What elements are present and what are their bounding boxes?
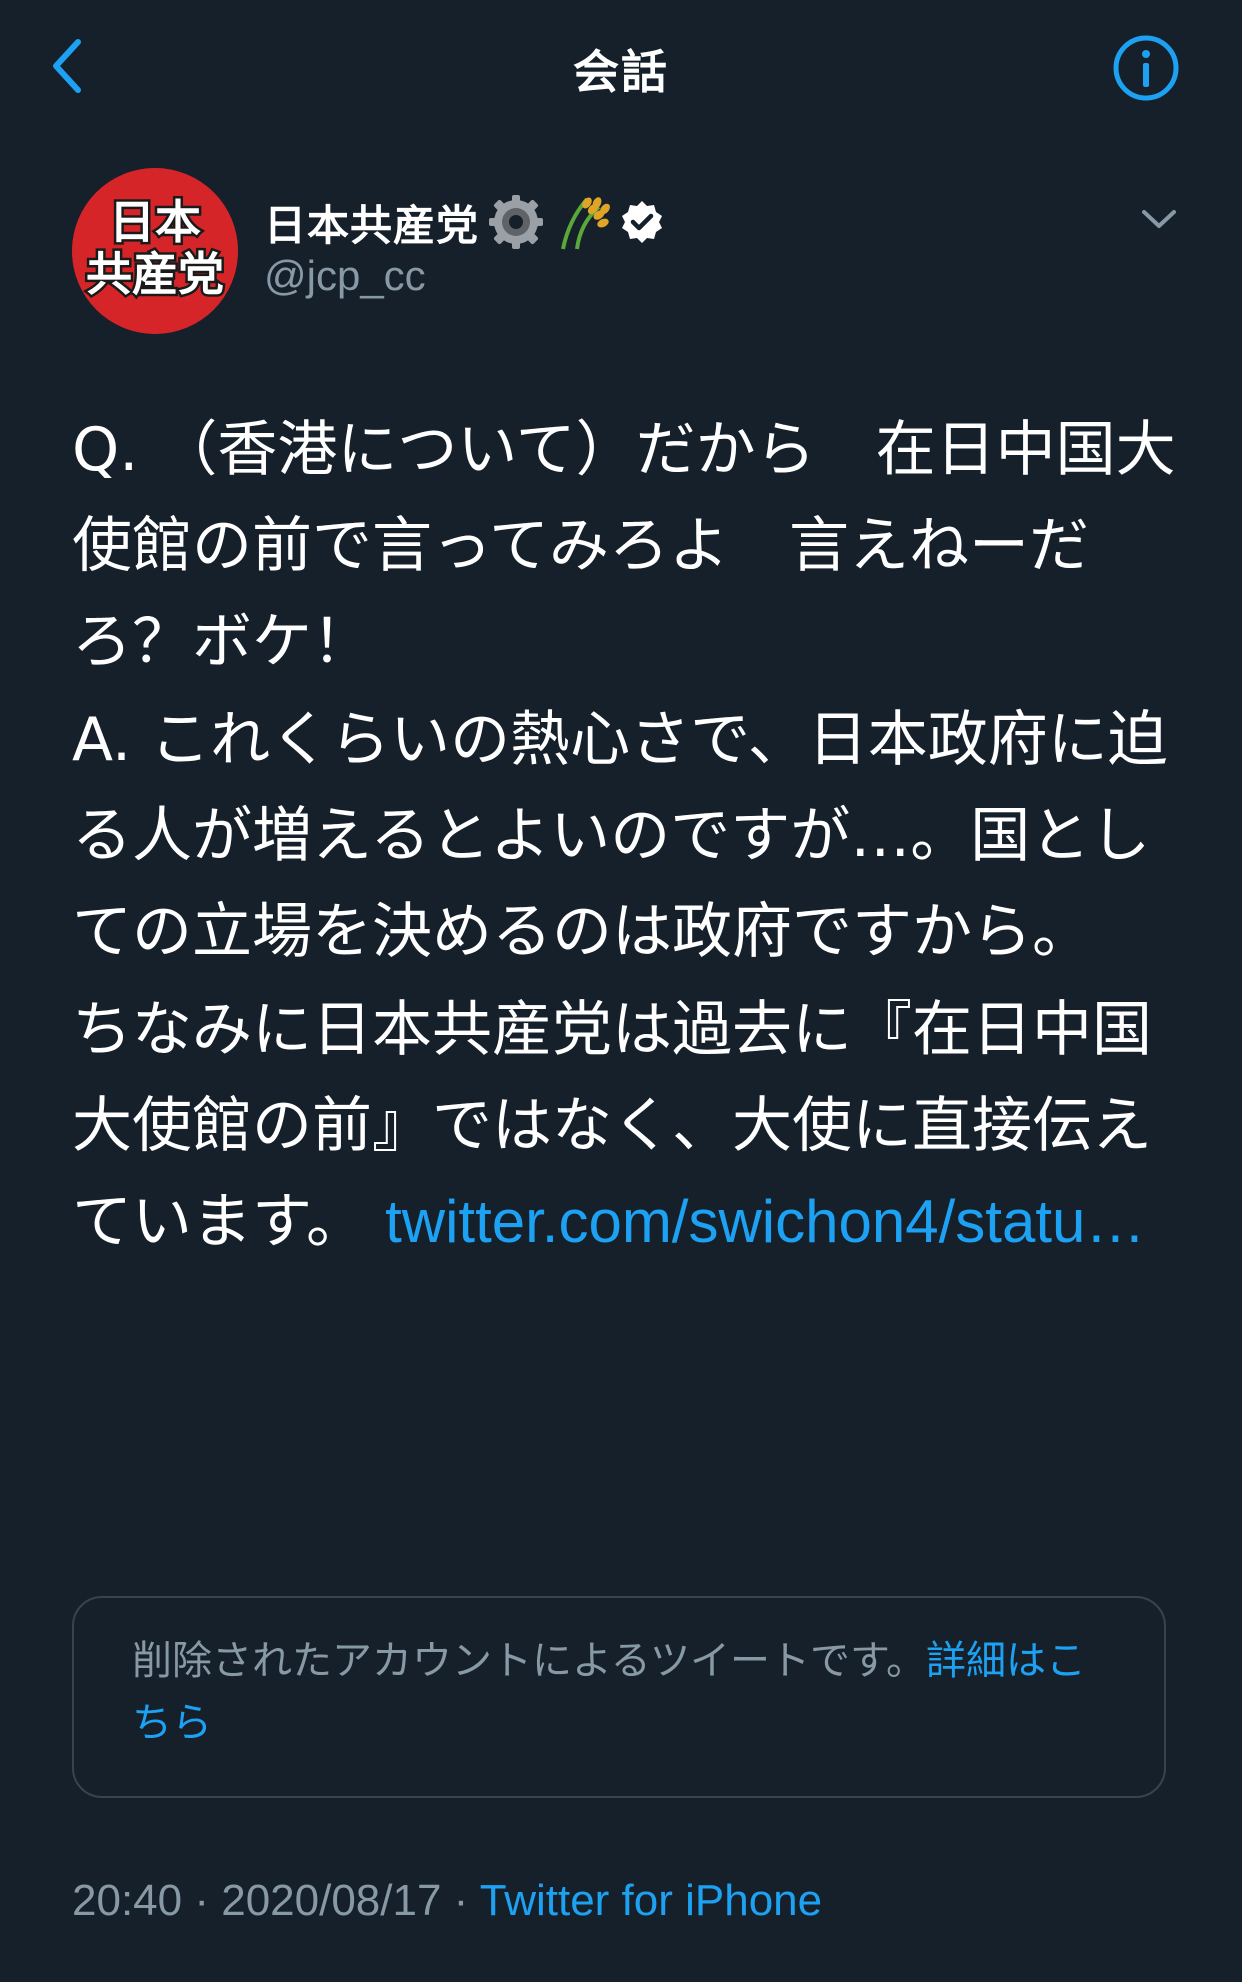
- meta-separator: ·: [182, 1876, 222, 1925]
- user-name-row[interactable]: 日本共産党: [264, 190, 665, 254]
- chevron-down-icon: [1142, 210, 1176, 228]
- quoted-tweet-text: 削除されたアカウントによるツイートです。: [132, 1638, 926, 1684]
- tweet-link[interactable]: twitter.com/swichon4/statu…: [385, 1188, 1145, 1255]
- tweet-paragraph-2: A. これくらいの熱心さで、日本政府に迫る人が増えるとよいのですが…。国としての…: [72, 705, 1168, 967]
- display-name: 日本共産党: [264, 200, 480, 250]
- tweet-paragraph-1: Q. （香港について）だから 在日中国大使館の前で言ってみろよ 言えねーだろ？ボ…: [72, 415, 1176, 677]
- meta-separator: ·: [441, 1876, 480, 1925]
- verified-badge-icon: [622, 201, 663, 243]
- tweet-source-link[interactable]: Twitter for iPhone: [480, 1876, 822, 1925]
- quoted-tweet-card[interactable]: 削除されたアカウントによるツイートです。詳細はこちら: [72, 1596, 1166, 1798]
- gear-icon: [489, 195, 544, 249]
- avatar-text-line2: 共産党: [86, 247, 224, 301]
- tweet-paragraph-3: ちなみに日本共産党は過去に『在日中国大使館の前』ではなく、大使に直接伝えています…: [72, 982, 1182, 1270]
- tweet-time: 20:40: [72, 1876, 183, 1925]
- more-options-button[interactable]: [1134, 200, 1184, 240]
- page-title: 会話: [573, 45, 669, 99]
- info-button[interactable]: [1108, 30, 1184, 106]
- tweet-text: Q. （香港について）だから 在日中国大使館の前で言ってみろよ 言えねーだろ？ボ…: [72, 402, 1182, 1272]
- tweet-date: 2020/08/17: [221, 1876, 442, 1925]
- nav-header: 会話: [0, 0, 1242, 130]
- rice-icon: [561, 197, 610, 250]
- tweet-meta: 20:40 · 2020/08/17 · Twitter for iPhone: [72, 1876, 822, 1926]
- user-handle[interactable]: @jcp_cc: [264, 252, 426, 300]
- avatar[interactable]: 日本 共産党: [72, 168, 238, 334]
- info-circle-icon: [1113, 35, 1179, 101]
- avatar-text-line1: 日本: [109, 195, 201, 249]
